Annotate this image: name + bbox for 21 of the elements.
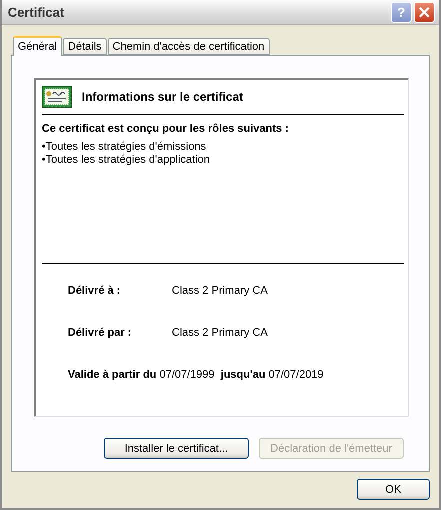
tab[interactable]: Général — [13, 36, 62, 56]
field-label: Délivré à : — [68, 285, 122, 297]
field-label: Valide à partir du — [68, 369, 157, 381]
purpose-item: •Toutes les stratégies d'émissions — [42, 141, 208, 153]
field-value: Class 2 Primary CA — [172, 327, 268, 339]
field-value: 07/07/2019 — [268, 369, 324, 381]
ok-button[interactable]: OK — [357, 479, 430, 500]
purpose-title: Ce certificat est conçu pour les rôles suivants : — [42, 123, 290, 135]
action-button[interactable]: Installer le certificat... — [104, 438, 249, 459]
window-title: Certificat — [8, 4, 66, 20]
certificate-icon — [42, 86, 72, 108]
field-value: 07/07/1999 — [160, 369, 215, 381]
field-value: Class 2 Primary CA — [172, 285, 268, 297]
tab[interactable]: Détails — [63, 38, 107, 55]
section-heading: Informations sur le certificat — [82, 90, 244, 104]
tab[interactable]: Chemin d'accès de certification — [108, 38, 270, 55]
field-label: jusqu'au — [220, 369, 266, 381]
close-icon — [419, 6, 430, 18]
close-button[interactable] — [414, 2, 435, 22]
purpose-item: •Toutes les stratégies d'application — [42, 154, 211, 166]
field-label: Délivré par : — [68, 327, 133, 339]
